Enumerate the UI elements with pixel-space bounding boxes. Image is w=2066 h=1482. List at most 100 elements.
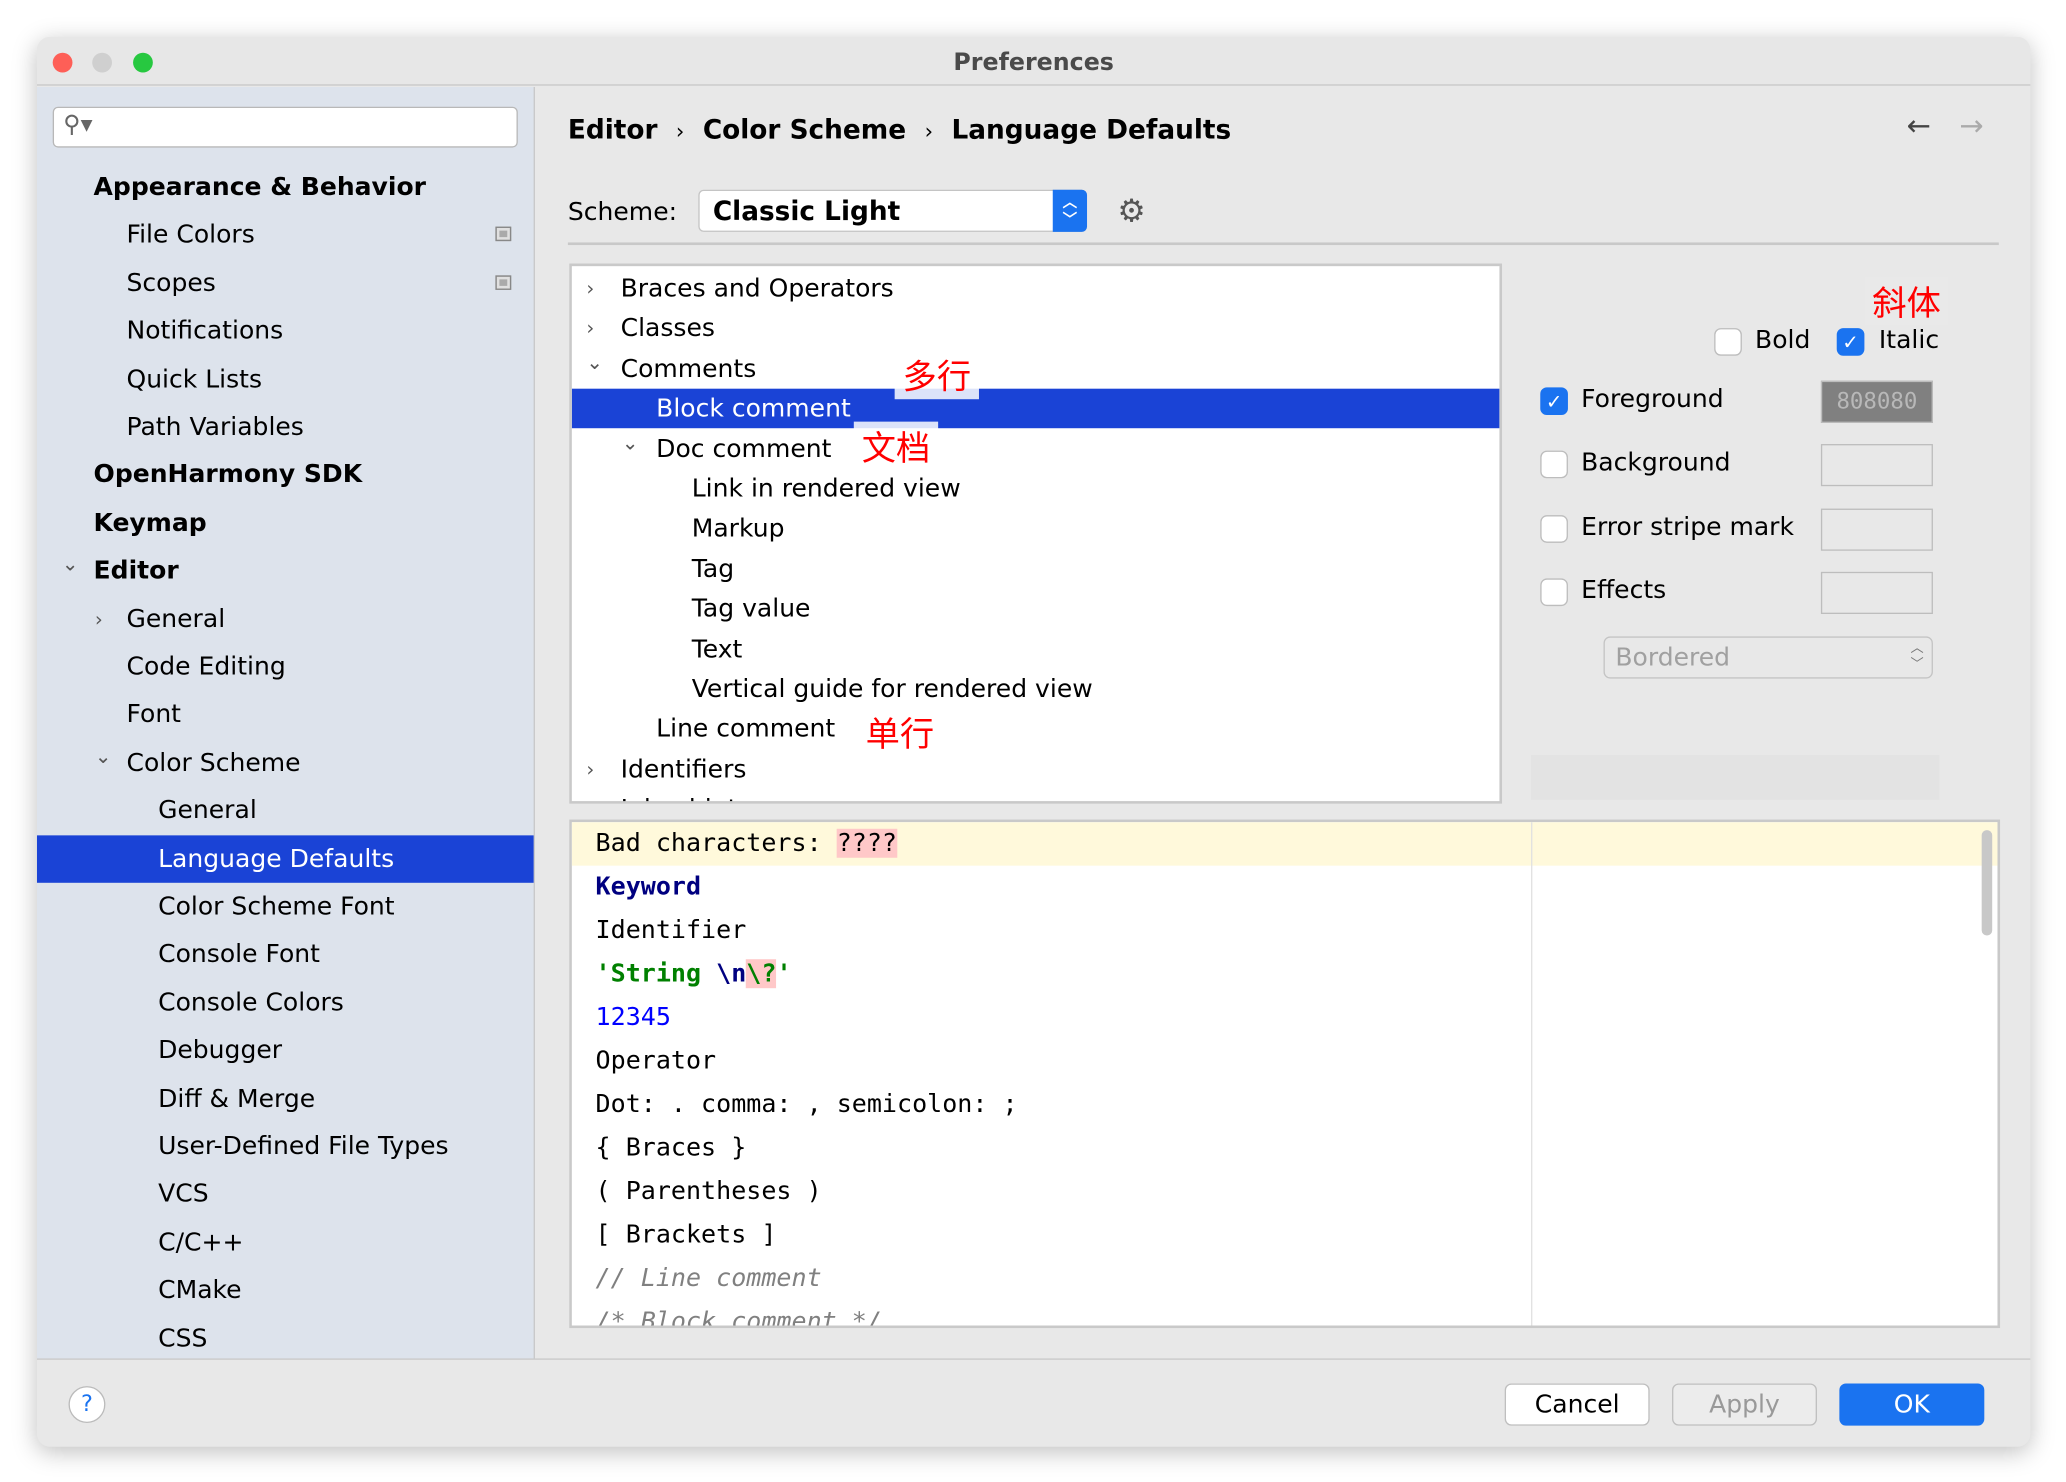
chevron-down-icon[interactable]: ⌄	[95, 732, 112, 779]
preview-line-block-comment: /* Block comment */	[595, 1307, 882, 1329]
chevron-right-icon: ›	[924, 118, 934, 144]
sidebar-item-label: Quick Lists	[126, 364, 263, 394]
sidebar-item[interactable]: ⌄ Editor	[37, 547, 534, 594]
bold-checkbox[interactable]	[1714, 328, 1742, 356]
sidebar-item[interactable]: Debugger	[37, 1027, 534, 1074]
tree-item[interactable]: ⌄ Doc comment	[572, 429, 1500, 469]
background-label: Background	[1581, 447, 1731, 477]
sidebar-item-label: Console Colors	[158, 987, 344, 1017]
code-preview[interactable]: Bad characters: ???? Keyword Identifier …	[569, 819, 2001, 1329]
sidebar-item[interactable]: Notifications	[37, 307, 534, 354]
tree-item[interactable]: Markup	[572, 509, 1500, 549]
background-color-swatch[interactable]	[1820, 444, 1933, 487]
chevron-down-icon[interactable]: ⌄	[622, 422, 639, 462]
error-stripe-color-swatch[interactable]	[1820, 508, 1933, 551]
foreground-checkbox[interactable]: ✓	[1540, 387, 1568, 416]
back-arrow-icon[interactable]: ←	[1907, 111, 1931, 144]
main-panel: Editor › Color Scheme › Language Defaults ← …	[536, 87, 2030, 1358]
sidebar-item[interactable]: General	[37, 787, 534, 834]
tree-item[interactable]: Tag	[572, 549, 1500, 589]
project-scope-icon	[495, 275, 512, 290]
sidebar-item[interactable]: VCS	[37, 1171, 534, 1218]
chevron-right-icon[interactable]: ›	[586, 789, 594, 801]
italic-checkbox[interactable]: ✓	[1836, 328, 1865, 356]
tree-item-label: Link in rendered view	[691, 474, 961, 504]
sidebar-item[interactable]: Console Colors	[37, 979, 534, 1026]
sidebar-item[interactable]: C/C++	[37, 1219, 534, 1266]
sidebar-item[interactable]: Path Variables	[37, 403, 534, 450]
ok-button[interactable]: OK	[1839, 1383, 1985, 1426]
tree-item-label: Comments	[620, 354, 757, 384]
tree-item[interactable]: Vertical guide for rendered view	[572, 669, 1500, 709]
tree-item[interactable]: › Inlay hints	[572, 789, 1500, 801]
chevron-down-icon[interactable]: ⌄	[62, 540, 79, 587]
sidebar-item-label: C/C++	[158, 1227, 244, 1257]
effect-type-select[interactable]: Bordered ︿ ﹀	[1603, 636, 1933, 679]
sidebar-item[interactable]: Language Defaults	[36, 834, 534, 883]
apply-button[interactable]: Apply	[1672, 1383, 1817, 1426]
error-stripe-label: Error stripe mark	[1581, 512, 1794, 542]
tree-item[interactable]: ⌄ Comments	[572, 349, 1500, 389]
sidebar-item-label: Console Font	[158, 939, 320, 969]
gear-icon[interactable]: ⚙	[1117, 192, 1145, 229]
tree-item[interactable]: Text	[572, 629, 1500, 669]
sidebar-item[interactable]: › General	[37, 595, 534, 642]
preview-scrollbar[interactable]	[1981, 830, 1993, 936]
tree-item[interactable]: › Identifiers	[572, 749, 1500, 789]
italic-label: Italic	[1878, 325, 1940, 355]
breadcrumb-item[interactable]: Color Scheme	[703, 113, 906, 145]
scheme-value: Classic Light	[712, 195, 901, 227]
chevron-right-icon[interactable]: ›	[95, 595, 103, 642]
sidebar-item[interactable]: User-Defined File Types	[37, 1123, 534, 1170]
sidebar-item-label: Diff & Merge	[158, 1083, 316, 1113]
search-input[interactable]: ⚲▾	[52, 106, 518, 148]
error-stripe-checkbox[interactable]	[1540, 515, 1568, 543]
chevron-down-icon[interactable]: ⌄	[586, 342, 603, 382]
forward-arrow-icon[interactable]: →	[1959, 111, 1983, 144]
breadcrumb-item[interactable]: Editor	[568, 113, 658, 145]
sidebar-item[interactable]: Quick Lists	[37, 355, 534, 402]
effect-type-value: Bordered	[1615, 642, 1731, 672]
sidebar-item[interactable]: File Colors	[37, 211, 534, 258]
background-checkbox[interactable]	[1540, 450, 1568, 479]
tree-item[interactable]: Tag value	[572, 589, 1500, 629]
sidebar-item-label: Debugger	[158, 1035, 283, 1065]
preview-line-braces: { Braces }	[595, 1133, 747, 1163]
tree-item[interactable]: Block comment	[571, 388, 1500, 429]
effects-label: Effects	[1581, 575, 1667, 605]
effects-color-swatch[interactable]	[1820, 571, 1933, 615]
sidebar-item-label: Color Scheme Font	[158, 892, 395, 922]
sidebar-item-label: Appearance & Behavior	[93, 172, 427, 202]
tree-item[interactable]: Line comment	[572, 709, 1500, 749]
sidebar-item[interactable]: OpenHarmony SDK	[37, 451, 534, 498]
tree-item[interactable]: › Braces and Operators	[572, 269, 1500, 309]
sidebar-item[interactable]: CMake	[37, 1266, 534, 1313]
chevron-right-icon[interactable]: ›	[586, 269, 594, 309]
tree-item[interactable]: Link in rendered view	[572, 469, 1500, 509]
foreground-color-swatch[interactable]: 808080	[1820, 380, 1933, 423]
effects-checkbox[interactable]	[1540, 578, 1568, 607]
tree-item[interactable]: › Classes	[572, 309, 1500, 349]
sidebar-item-label: Color Scheme	[126, 748, 301, 778]
help-button[interactable]: ?	[68, 1386, 106, 1424]
sidebar-item[interactable]: Scopes	[37, 259, 534, 306]
sidebar-item[interactable]: Code Editing	[37, 643, 534, 690]
scheme-select[interactable]: Classic Light ︿ ﹀	[698, 189, 1088, 232]
preview-line-number: 12345	[595, 1002, 671, 1032]
sidebar-item-label: CMake	[158, 1275, 242, 1305]
sidebar-item[interactable]: Console Font	[37, 931, 534, 978]
chevron-right-icon[interactable]: ›	[586, 749, 594, 789]
preview-line-brackets: [ Brackets ]	[595, 1220, 777, 1250]
sidebar-item[interactable]: CSS	[37, 1314, 534, 1361]
sidebar-item[interactable]: Keymap	[37, 499, 534, 546]
sidebar-item-label: Language Defaults	[158, 844, 395, 874]
dialog-footer: ? Cancel Apply OK	[36, 1358, 2031, 1446]
sidebar-item[interactable]: Appearance & Behavior	[37, 163, 534, 210]
sidebar-item-label: Scopes	[126, 268, 216, 298]
preview-line-parens: ( Parentheses )	[595, 1176, 822, 1206]
cancel-button[interactable]: Cancel	[1504, 1383, 1650, 1426]
sidebar-item[interactable]: Color Scheme Font	[37, 883, 534, 930]
sidebar-item[interactable]: Diff & Merge	[37, 1075, 534, 1122]
sidebar-item[interactable]: Font	[37, 691, 534, 738]
sidebar-item[interactable]: ⌄ Color Scheme	[37, 739, 534, 786]
